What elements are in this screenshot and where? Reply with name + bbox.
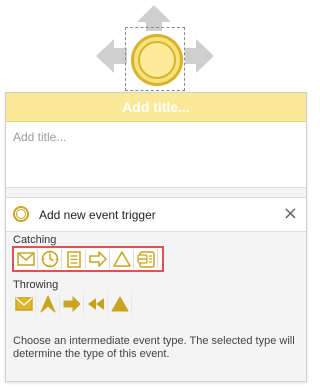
compensation-throw-icon[interactable] bbox=[85, 294, 108, 314]
throwing-event-types bbox=[12, 292, 133, 316]
move-left-arrow[interactable] bbox=[96, 39, 114, 73]
diagram-canvas bbox=[0, 0, 318, 92]
close-icon[interactable]: × bbox=[283, 204, 298, 224]
catching-event-types bbox=[12, 246, 164, 272]
trigger-label: Add new event trigger bbox=[39, 208, 156, 222]
message-throw-icon[interactable] bbox=[13, 294, 36, 314]
title-input[interactable]: Add title... bbox=[6, 122, 306, 188]
signal-catch-icon[interactable] bbox=[111, 249, 134, 269]
link-throw-icon[interactable] bbox=[61, 294, 84, 314]
title-header[interactable]: Add title... bbox=[6, 93, 306, 122]
throwing-label: Throwing bbox=[13, 279, 59, 291]
link-catch-icon[interactable] bbox=[87, 249, 110, 269]
timer-catch-icon[interactable] bbox=[39, 249, 62, 269]
catching-label: Catching bbox=[13, 234, 57, 246]
move-right-arrow-stem[interactable] bbox=[185, 48, 197, 64]
intermediate-event-icon bbox=[13, 206, 29, 222]
event-inner-ring bbox=[138, 41, 176, 79]
message-catch-icon[interactable] bbox=[15, 249, 38, 269]
move-right-arrow[interactable] bbox=[196, 39, 214, 73]
help-text: Choose an intermediate event type. The s… bbox=[13, 335, 295, 360]
signal-throw-icon[interactable] bbox=[109, 294, 132, 314]
conditional-catch-icon[interactable] bbox=[63, 249, 86, 269]
event-properties-panel: Add title... Add title... Add new event … bbox=[5, 92, 307, 382]
escalation-catch-icon[interactable] bbox=[135, 249, 158, 269]
escalation-throw-icon[interactable] bbox=[37, 294, 60, 314]
move-up-arrow[interactable] bbox=[137, 5, 171, 22]
intermediate-event-shape[interactable] bbox=[131, 34, 183, 86]
event-trigger-row[interactable]: Add new event trigger × bbox=[6, 197, 306, 232]
